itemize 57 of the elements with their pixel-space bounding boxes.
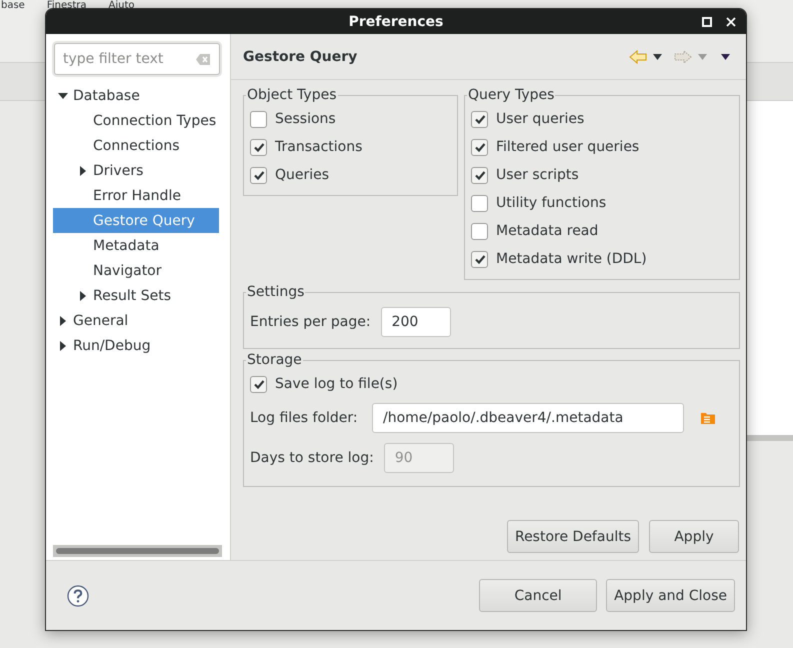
- checkmark-icon: [474, 169, 486, 181]
- checkbox[interactable]: Utility functions: [471, 189, 735, 217]
- help-icon[interactable]: [67, 584, 89, 606]
- checkmark-icon: [474, 253, 486, 265]
- input-field[interactable]: 200: [380, 307, 451, 337]
- window-title: Preferences: [348, 14, 444, 30]
- dropdown-icon[interactable]: [653, 54, 662, 60]
- group-title: Settings: [246, 284, 306, 300]
- checkbox[interactable]: Metadata write (DDL): [471, 245, 735, 273]
- cancel-button[interactable]: Cancel: [479, 579, 598, 612]
- tree-item[interactable]: Connections: [53, 133, 219, 158]
- checkbox[interactable]: Metadata read: [471, 217, 735, 245]
- menu-item[interactable]: base: [1, 0, 25, 12]
- tree-item[interactable]: Navigator: [53, 258, 219, 283]
- checkmark-icon: [474, 141, 486, 153]
- tree-item[interactable]: Run/Debug: [53, 333, 219, 358]
- menu-item[interactable]: Finestra: [46, 0, 87, 12]
- expand-icon[interactable]: [78, 166, 88, 176]
- checkbox[interactable]: Filtered user queries: [471, 133, 735, 161]
- tree-item[interactable]: General: [53, 308, 219, 333]
- close-icon[interactable]: [726, 16, 736, 26]
- maximize-icon[interactable]: [702, 16, 712, 26]
- field-label: Days to store log:: [250, 450, 374, 466]
- collapse-icon[interactable]: [58, 90, 68, 100]
- tree-item[interactable]: Error Handle: [53, 183, 219, 208]
- apply-button[interactable]: Apply: [649, 520, 739, 553]
- field-label: Entries per page:: [250, 314, 371, 330]
- scrollbar[interactable]: [53, 545, 222, 557]
- page-title: Gestore Query: [243, 48, 358, 64]
- group-title: Object Types: [246, 87, 338, 103]
- checkbox[interactable]: Queries: [250, 161, 453, 189]
- tree-item[interactable]: Drivers: [53, 158, 219, 183]
- expand-icon[interactable]: [58, 316, 68, 326]
- input-field[interactable]: /home/paolo/.dbeaver4/.metadata: [372, 403, 684, 433]
- filter-field[interactable]: type filter text: [54, 43, 220, 75]
- tree-item[interactable]: Connection Types: [53, 108, 219, 133]
- checkbox[interactable]: User scripts: [471, 161, 735, 189]
- tree-item[interactable]: Result Sets: [53, 283, 219, 308]
- checkbox[interactable]: User queries: [471, 105, 735, 133]
- group-title: Storage: [246, 352, 303, 368]
- checkbox[interactable]: Transactions: [250, 133, 453, 161]
- dropdown-icon[interactable]: [721, 54, 730, 60]
- checkmark-icon: [252, 378, 264, 390]
- apply-and-close-button[interactable]: Apply and Close: [606, 579, 735, 612]
- menu-item[interactable]: Aiuto: [108, 0, 135, 12]
- restore-defaults-button[interactable]: Restore Defaults: [506, 520, 639, 553]
- checkbox[interactable]: Sessions: [250, 105, 453, 133]
- expand-icon[interactable]: [78, 290, 88, 300]
- checkmark-icon: [474, 113, 486, 125]
- group-title: Query Types: [467, 87, 556, 103]
- checkmark-icon: [252, 169, 264, 181]
- field-label: Log files folder:: [250, 410, 359, 426]
- expand-icon[interactable]: [58, 340, 68, 350]
- checkmark-icon: [252, 141, 264, 153]
- checkbox[interactable]: Save log to file(s): [250, 370, 735, 398]
- tree-item[interactable]: Database: [53, 83, 219, 108]
- tree-item[interactable]: Metadata: [53, 233, 219, 258]
